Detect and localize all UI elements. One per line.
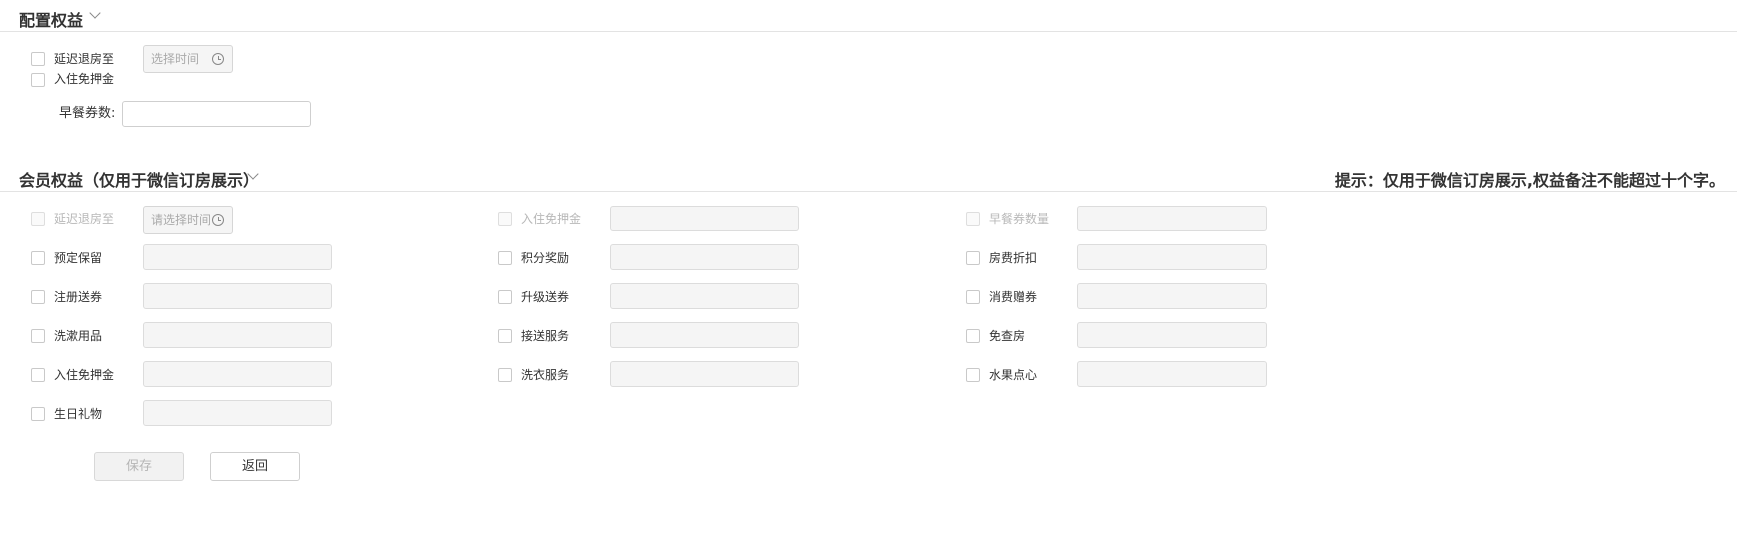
- benefit-label: 消费赠券: [989, 290, 1038, 304]
- benefit-checkbox[interactable]: [966, 368, 980, 382]
- benefit-checkbox[interactable]: [31, 368, 45, 382]
- benefit-remark-input[interactable]: [143, 283, 332, 309]
- benefit-checkbox[interactable]: [31, 290, 45, 304]
- late-checkout-checkbox[interactable]: [31, 52, 45, 66]
- benefit-checkbox[interactable]: [966, 329, 980, 343]
- benefit-remark-input[interactable]: [1077, 244, 1267, 270]
- member-deposit-free-checkbox[interactable]: [498, 212, 512, 226]
- benefit-label: 入住免押金: [54, 368, 115, 382]
- benefit-checkbox[interactable]: [966, 251, 980, 265]
- clock-icon: [212, 214, 224, 226]
- benefit-remark-input[interactable]: [143, 400, 332, 426]
- benefit-label: 升级送券: [521, 290, 570, 304]
- member-section-hint: 提示：仅用于微信订房展示,权益备注不能超过十个字。: [1334, 171, 1725, 190]
- benefit-checkbox[interactable]: [498, 251, 512, 265]
- config-section-header: [0, 0, 1737, 32]
- deposit-free-checkbox[interactable]: [31, 73, 45, 87]
- benefit-remark-input[interactable]: [1077, 322, 1267, 348]
- benefit-remark-input[interactable]: [143, 361, 332, 387]
- late-checkout-label: 延迟退房至: [54, 52, 115, 66]
- benefit-remark-input[interactable]: [143, 322, 332, 348]
- benefit-checkbox[interactable]: [498, 290, 512, 304]
- member-late-checkout-label: 延迟退房至: [54, 212, 115, 226]
- benefit-remark-input[interactable]: [610, 244, 799, 270]
- benefit-label: 积分奖励: [521, 251, 570, 265]
- benefit-label: 免查房: [989, 329, 1026, 343]
- member-breakfast-count-input[interactable]: [1077, 206, 1267, 231]
- benefit-label: 洗漱用品: [54, 329, 103, 343]
- benefit-remark-input[interactable]: [1077, 361, 1267, 387]
- time-placeholder: 请选择时间: [151, 213, 212, 227]
- benefit-label: 预定保留: [54, 251, 103, 265]
- member-breakfast-count-label: 早餐券数量: [989, 212, 1050, 226]
- breakfast-count-label: 早餐券数:: [59, 106, 116, 121]
- benefit-checkbox[interactable]: [31, 329, 45, 343]
- benefit-remark-input[interactable]: [143, 244, 332, 270]
- benefit-checkbox[interactable]: [498, 329, 512, 343]
- time-placeholder: 选择时间: [151, 52, 200, 66]
- benefit-label: 水果点心: [989, 368, 1038, 382]
- benefit-checkbox[interactable]: [966, 290, 980, 304]
- benefit-label: 生日礼物: [54, 407, 103, 421]
- breakfast-count-input[interactable]: [122, 101, 311, 127]
- member-deposit-free-input[interactable]: [610, 206, 799, 231]
- member-section-title: 会员权益（仅用于微信订房展示）: [19, 171, 260, 190]
- benefit-checkbox[interactable]: [498, 368, 512, 382]
- clock-icon: [212, 53, 224, 65]
- save-button[interactable]: 保存: [94, 452, 184, 481]
- member-deposit-free-label: 入住免押金: [521, 212, 582, 226]
- config-section-title: 配置权益: [19, 11, 84, 30]
- deposit-free-label: 入住免押金: [54, 72, 115, 86]
- benefit-checkbox[interactable]: [31, 407, 45, 421]
- benefit-label: 房费折扣: [989, 251, 1038, 265]
- member-late-checkout-time-picker[interactable]: 请选择时间: [143, 206, 233, 234]
- member-late-checkout-checkbox[interactable]: [31, 212, 45, 226]
- benefit-label: 洗衣服务: [521, 368, 570, 382]
- benefit-label: 注册送券: [54, 290, 103, 304]
- benefit-remark-input[interactable]: [610, 361, 799, 387]
- benefit-checkbox[interactable]: [31, 251, 45, 265]
- benefit-remark-input[interactable]: [1077, 283, 1267, 309]
- late-checkout-time-picker[interactable]: 选择时间: [143, 45, 233, 73]
- benefit-remark-input[interactable]: [610, 322, 799, 348]
- member-breakfast-count-checkbox[interactable]: [966, 212, 980, 226]
- benefit-remark-input[interactable]: [610, 283, 799, 309]
- benefit-label: 接送服务: [521, 329, 570, 343]
- back-button[interactable]: 返回: [210, 452, 300, 481]
